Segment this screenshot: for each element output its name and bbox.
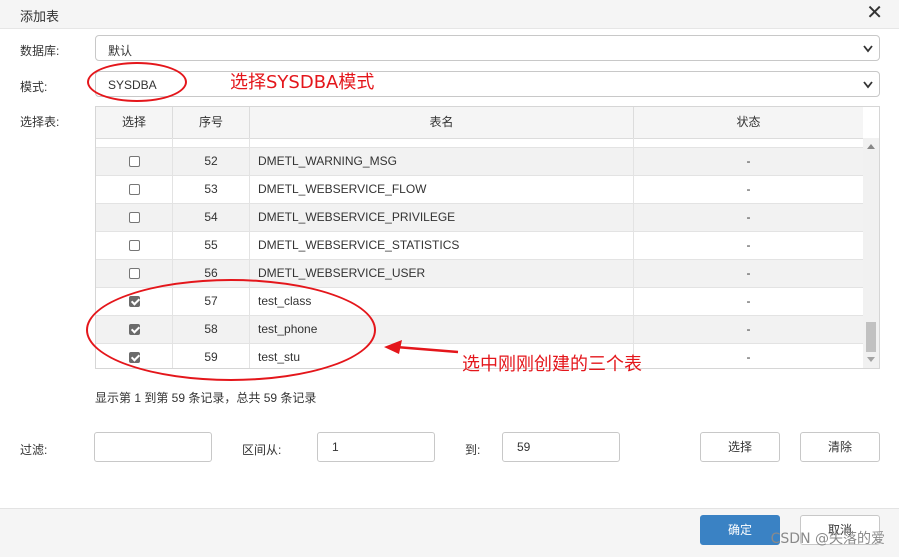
filter-input[interactable] (94, 432, 212, 462)
close-icon[interactable]: ✕ (866, 3, 883, 23)
table-row-partial (96, 138, 863, 148)
row-checkbox-checked[interactable] (128, 324, 140, 336)
range-from-label: 区间从: (242, 443, 282, 457)
row-number: 52 (173, 148, 250, 175)
table-row[interactable]: 58 test_phone - (96, 316, 863, 344)
row-checkbox[interactable] (128, 184, 140, 196)
row-select-cell[interactable] (96, 344, 173, 368)
range-to-input[interactable]: 59 (502, 432, 620, 462)
row-number: 54 (173, 204, 250, 231)
row-status: - (746, 294, 751, 308)
table-row[interactable]: 53 DMETL_WEBSERVICE_FLOW - (96, 176, 863, 204)
row-select-cell[interactable] (96, 288, 173, 315)
row-select-cell[interactable] (96, 204, 173, 231)
chevron-down-icon (863, 81, 873, 89)
row-select-cell[interactable] (96, 148, 173, 175)
table-vertical-scrollbar[interactable] (863, 138, 879, 368)
row-select-cell[interactable] (96, 232, 173, 259)
row-checkbox[interactable] (128, 240, 140, 252)
table-header: 选择 序号 表名 状态 (96, 107, 863, 139)
row-number: 57 (173, 288, 250, 315)
schema-select[interactable]: SYSDBA (95, 71, 880, 97)
table-row[interactable]: 55 DMETL_WEBSERVICE_STATISTICS - (96, 232, 863, 260)
range-to-label: 到: (465, 443, 481, 457)
row-table-name: test_class (250, 288, 634, 315)
row-status: - (746, 350, 751, 364)
row-number: 59 (173, 344, 250, 368)
scrollbar-thumb[interactable] (866, 322, 876, 352)
row-table-name: DMETL_WEBSERVICE_FLOW (250, 176, 634, 203)
row-table-name: DMETL_WEBSERVICE_USER (250, 260, 634, 287)
dialog-title: 添加表 (20, 9, 60, 24)
row-checkbox[interactable] (128, 268, 140, 280)
row-checkbox-checked[interactable] (128, 352, 140, 364)
row-checkbox[interactable] (128, 212, 140, 224)
schema-value: SYSDBA (108, 78, 157, 92)
row-table-name: DMETL_WEBSERVICE_STATISTICS (250, 232, 634, 259)
row-table-name: DMETL_WEBSERVICE_PRIVILEGE (250, 204, 634, 231)
row-status: - (746, 154, 751, 168)
row-status: - (746, 210, 751, 224)
database-value: 默认 (108, 44, 133, 58)
pagination-info: 显示第 1 到第 59 条记录，总共 59 条记录 (95, 391, 317, 405)
schema-label: 模式: (20, 80, 48, 94)
table-select-label: 选择表: (20, 115, 60, 129)
header-table-name[interactable]: 表名 (250, 107, 634, 138)
filter-label: 过滤: (20, 443, 48, 457)
row-status: - (746, 322, 751, 336)
table-row[interactable]: 56 DMETL_WEBSERVICE_USER - (96, 260, 863, 288)
row-number: 58 (173, 316, 250, 343)
dialog-titlebar: 添加表 ✕ (0, 0, 899, 29)
chevron-down-icon (863, 45, 873, 53)
clear-button[interactable]: 清除 (800, 432, 880, 462)
header-number[interactable]: 序号 (173, 107, 250, 138)
database-label: 数据库: (20, 44, 60, 58)
watermark: CSDN @失落的爱 (770, 531, 885, 547)
rows-annotation: 选中刚刚创建的三个表 (462, 354, 642, 375)
table-row[interactable]: 52 DMETL_WARNING_MSG - (96, 148, 863, 176)
scroll-up-arrow-icon[interactable] (867, 144, 875, 149)
scroll-down-arrow-icon[interactable] (867, 357, 875, 362)
row-number: 56 (173, 260, 250, 287)
row-number: 53 (173, 176, 250, 203)
header-select[interactable]: 选择 (96, 107, 173, 138)
range-from-input[interactable]: 1 (317, 432, 435, 462)
row-number: 55 (173, 232, 250, 259)
row-checkbox-checked[interactable] (128, 296, 140, 308)
row-select-cell[interactable] (96, 176, 173, 203)
annotation-arrow-icon (384, 340, 459, 354)
header-status[interactable]: 状态 (634, 107, 863, 138)
table-grid: 选择 序号 表名 状态 52 DMETL_WARNING_MSG - 53 DM… (95, 106, 880, 369)
table-row[interactable]: 57 test_class - (96, 288, 863, 316)
row-status: - (746, 182, 751, 196)
row-status: - (746, 238, 751, 252)
database-select[interactable]: 默认 (95, 35, 880, 61)
row-checkbox[interactable] (128, 156, 140, 168)
row-status: - (746, 266, 751, 280)
row-table-name: DMETL_WARNING_MSG (250, 148, 634, 175)
table-row[interactable]: 54 DMETL_WEBSERVICE_PRIVILEGE - (96, 204, 863, 232)
row-select-cell[interactable] (96, 260, 173, 287)
select-button[interactable]: 选择 (700, 432, 780, 462)
ok-button[interactable]: 确定 (700, 515, 780, 545)
row-select-cell[interactable] (96, 316, 173, 343)
schema-annotation: 选择SYSDBA模式 (230, 72, 375, 93)
